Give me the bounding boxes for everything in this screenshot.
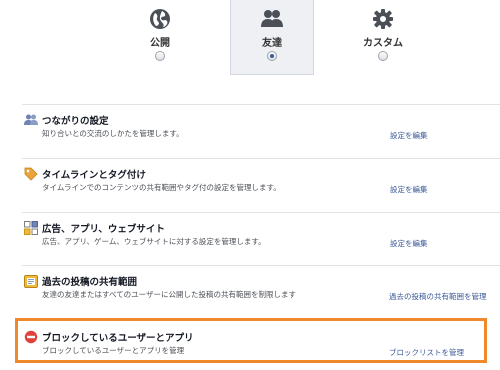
edit-settings-link[interactable]: 設定を編集 [390,238,428,249]
highlight-box [15,318,487,363]
audience-label: 友達 [262,38,282,49]
row-title: つながりの設定 [42,116,109,127]
manage-past-posts-link[interactable]: 過去の投稿の共有範囲を管理 [389,291,487,302]
row-description: タイムラインでのコンテンツの共有範囲やタグ付の設定を管理します。 [42,183,281,192]
settings-row-timeline-tagging: タイムラインとタグ付け タイムラインでのコンテンツの共有範囲やタグ付の設定を管理… [22,158,500,208]
audience-label: 公開 [150,38,170,49]
apps-icon [24,221,38,235]
edit-settings-link[interactable]: 設定を編集 [390,184,428,195]
connections-icon [24,114,38,125]
friends-icon [261,10,283,27]
row-title: 広告、アプリ、ウェブサイト [42,224,165,235]
audience-option-public[interactable]: 公開 [118,0,202,75]
audience-option-custom[interactable]: カスタム [341,0,425,75]
row-title: タイムラインとタグ付け [42,170,146,181]
audience-selector: 公開 友達 カスタム [0,0,500,80]
row-title: 過去の投稿の共有範囲 [42,277,138,288]
audience-option-friends[interactable]: 友達 [230,0,314,75]
past-posts-icon [24,275,38,288]
tag-icon [24,167,38,181]
audience-label: カスタム [363,38,403,49]
settings-row-past-posts: 過去の投稿の共有範囲 友達の友達またはすべてのユーザーに公開した投稿の共有範囲を… [22,265,500,317]
edit-settings-link[interactable]: 設定を編集 [390,130,428,141]
audience-radio-custom[interactable] [378,51,388,61]
globe-icon [150,9,170,29]
settings-row-ads-apps: 広告、アプリ、ウェブサイト 広告、アプリ、ゲーム、ウェブサイトに対する設定を管理… [22,212,500,262]
row-description: 知り合いとの交流のしかたを管理します。 [42,129,184,138]
row-description: 友達の友達またはすべてのユーザーに公開した投稿の共有範囲を制限します [42,290,297,299]
settings-row-connections: つながりの設定 知り合いとの交流のしかたを管理します。 設定を編集 [22,104,500,154]
audience-radio-friends[interactable] [267,51,277,61]
gear-icon [373,9,393,29]
audience-radio-public[interactable] [155,51,165,61]
row-description: 広告、アプリ、ゲーム、ウェブサイトに対する設定を管理します。 [42,237,266,246]
